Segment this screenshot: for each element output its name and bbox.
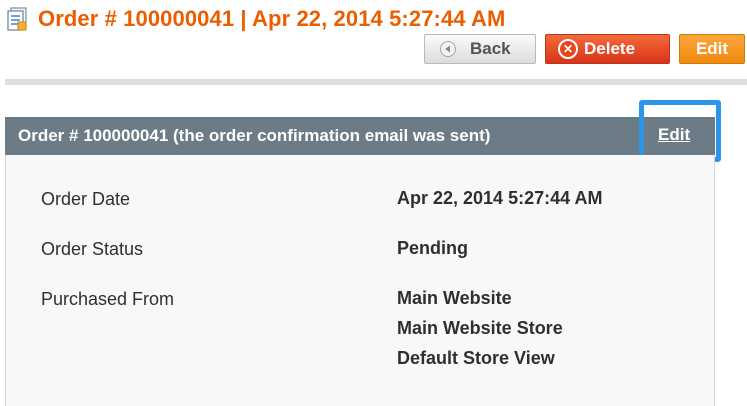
order-status-label: Order Status: [41, 239, 144, 259]
page-header: Order # 100000041 | Apr 22, 2014 5:27:44…: [0, 0, 747, 80]
order-edit-link[interactable]: Edit: [658, 125, 690, 145]
edit-button-label: Edit: [695, 39, 729, 58]
order-document-icon: [7, 7, 27, 31]
header-divider: [5, 79, 747, 85]
edit-button[interactable]: Edit: [679, 34, 745, 64]
title-row: Order # 100000041 | Apr 22, 2014 5:27:44…: [6, 6, 505, 32]
order-status-value: Pending: [397, 238, 468, 258]
purchased-from-website: Main Website: [397, 288, 512, 308]
delete-button[interactable]: ✕ Delete: [545, 34, 670, 64]
page-title: Order # 100000041 | Apr 22, 2014 5:27:44…: [38, 6, 506, 31]
order-date-value: Apr 22, 2014 5:27:44 AM: [397, 188, 603, 208]
order-info-panel: Order # 100000041 (the order confirmatio…: [5, 100, 721, 406]
panel-body: Order Date Apr 22, 2014 5:27:44 AM Order…: [5, 155, 715, 406]
header-actions: Back ✕ Delete Edit: [424, 34, 745, 64]
back-arrow-icon: [440, 41, 456, 57]
purchased-from-store: Main Website Store: [397, 318, 563, 338]
panel-title: Order # 100000041 (the order confirmatio…: [18, 126, 491, 145]
delete-button-label: Delete: [584, 39, 636, 58]
back-button-label: Back: [470, 39, 511, 58]
order-view-page: Order # 100000041 | Apr 22, 2014 5:27:44…: [0, 0, 747, 406]
purchased-from-store-view: Default Store View: [397, 348, 555, 368]
back-button[interactable]: Back: [424, 34, 536, 64]
delete-x-icon: ✕: [558, 39, 578, 59]
order-date-label: Order Date: [41, 189, 131, 209]
purchased-from-label: Purchased From: [41, 289, 175, 309]
panel-header: Order # 100000041 (the order confirmatio…: [5, 117, 715, 155]
